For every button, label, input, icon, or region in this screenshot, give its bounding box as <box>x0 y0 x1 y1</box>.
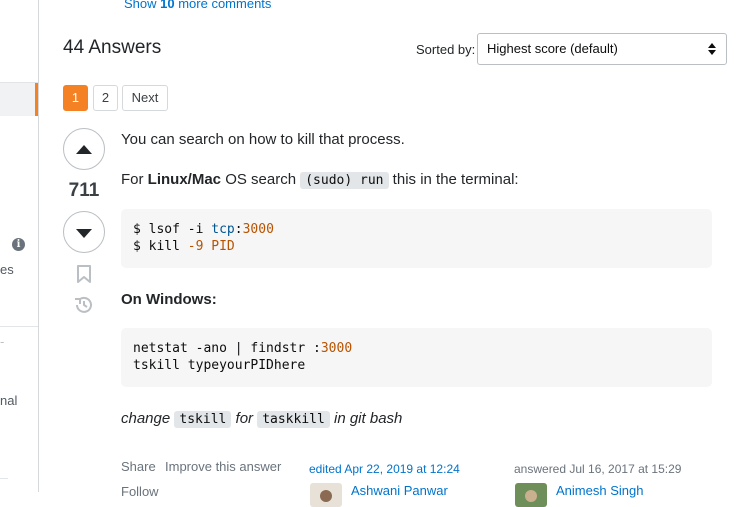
left-sidebar: i es - nal <box>0 0 39 492</box>
page-2-button[interactable]: 2 <box>93 85 118 111</box>
info-icon[interactable]: i <box>12 238 25 251</box>
arrow-down-icon <box>76 229 92 238</box>
page-1-button[interactable]: 1 <box>63 85 88 111</box>
history-icon[interactable] <box>74 295 94 315</box>
answer-intro-text: You can search on how to kill that proce… <box>121 131 405 148</box>
author-avatar[interactable] <box>515 483 547 507</box>
upvote-button[interactable] <box>63 128 105 170</box>
answers-count-title: 44 Answers <box>63 37 162 58</box>
code-block-windows: netstat -ano | findstr :3000 tskill type… <box>121 328 712 387</box>
inline-code: (sudo) run <box>300 172 389 189</box>
code-block-linux: $ lsof -i tcp:3000 $ kill -9 PID <box>121 209 712 268</box>
sort-select[interactable]: Highest score (default) <box>477 33 727 65</box>
select-arrows-icon <box>708 43 716 55</box>
editor-name-link[interactable]: Ashwani Panwar <box>351 483 448 498</box>
bookmark-icon[interactable] <box>76 265 92 283</box>
next-page-button[interactable]: Next <box>122 85 168 111</box>
user-avatar-icon <box>515 483 547 507</box>
share-link[interactable]: Share <box>121 459 156 474</box>
sidebar-active-item[interactable] <box>0 82 38 116</box>
show-more-comments-link[interactable]: Show 10 more comments <box>124 0 271 11</box>
sidebar-divider <box>0 82 38 83</box>
answer-linux-line: For Linux/Mac OS search (sudo) run this … <box>121 171 519 189</box>
answered-timestamp: answered Jul 16, 2017 at 15:29 <box>514 462 682 476</box>
sidebar-divider <box>0 478 8 479</box>
inline-code: taskkill <box>257 411 330 428</box>
arrow-up-icon <box>76 145 92 154</box>
downvote-button[interactable] <box>63 211 105 253</box>
sidebar-item-text[interactable]: nal <box>0 393 17 408</box>
vote-count: 711 <box>68 180 100 201</box>
inline-code: tskill <box>174 411 232 428</box>
sorted-by-label: Sorted by: <box>416 42 476 57</box>
author-name-link[interactable]: Animesh Singh <box>556 483 643 498</box>
sidebar-item-text[interactable]: es <box>0 262 14 277</box>
user-avatar-icon <box>310 483 342 507</box>
edited-timestamp-link[interactable]: edited Apr 22, 2019 at 12:24 <box>309 462 460 476</box>
git-bash-note: change tskill for taskkill in git bash <box>121 410 403 428</box>
sort-select-value: Highest score (default) <box>487 41 618 56</box>
sidebar-item-text[interactable]: - <box>0 334 4 349</box>
sidebar-divider <box>0 326 38 327</box>
editor-avatar[interactable] <box>310 483 342 507</box>
improve-answer-link[interactable]: Improve this answer <box>165 459 281 474</box>
windows-heading: On Windows: <box>121 291 217 308</box>
